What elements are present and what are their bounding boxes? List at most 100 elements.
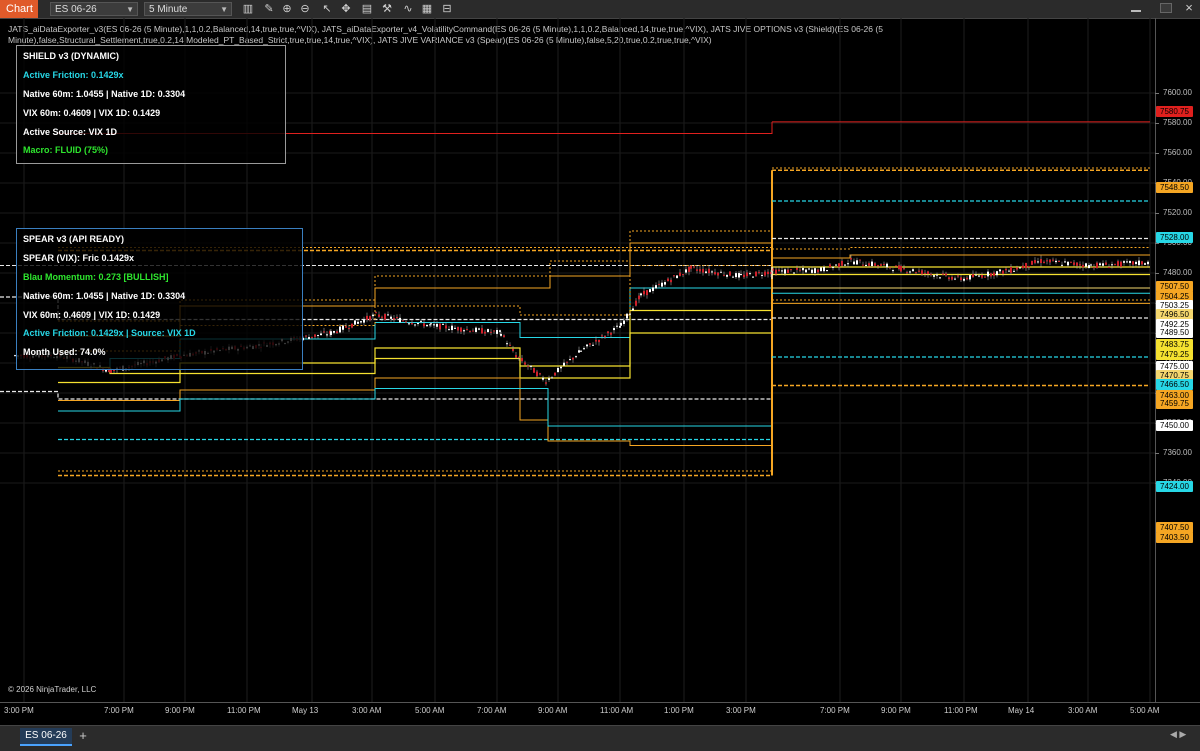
candle-body <box>1144 263 1146 265</box>
chart-window-tab[interactable]: Chart <box>0 0 38 18</box>
indicator-icon[interactable]: ∿ <box>401 2 415 16</box>
time-tick-label: 7:00 PM <box>104 706 134 715</box>
draw-pencil-icon[interactable]: ✎ <box>262 2 276 16</box>
candle-body <box>690 265 692 269</box>
candle-body <box>1070 261 1072 263</box>
candle-body <box>530 365 532 367</box>
time-tick-label: May 13 <box>292 706 319 715</box>
candle-body <box>714 272 716 275</box>
candle-body <box>354 320 356 325</box>
candle-body <box>862 264 864 266</box>
candle-body <box>484 331 486 334</box>
candle-body <box>883 263 885 265</box>
instrument-selector[interactable]: ES 06-26 ▼ <box>50 2 138 16</box>
properties-icon[interactable]: ▦ <box>420 2 434 16</box>
candle-body <box>110 369 112 373</box>
candle-body <box>339 326 341 333</box>
candle-body <box>518 356 520 358</box>
candle-body <box>924 273 926 275</box>
price-level-label: 7548.50 <box>1156 182 1193 193</box>
candle-body <box>521 358 523 362</box>
chart-trader-icon[interactable]: ⊟ <box>440 2 454 16</box>
candle-body <box>578 350 580 353</box>
candle-body <box>557 367 559 373</box>
candle-body <box>607 331 609 334</box>
candle-body <box>871 261 873 267</box>
candle-body <box>478 328 480 330</box>
candle-body <box>509 344 511 346</box>
candle-body <box>993 272 995 276</box>
price-level-label: 7424.00 <box>1156 481 1193 492</box>
candle-body <box>969 275 971 280</box>
close-icon[interactable]: × <box>1182 1 1196 15</box>
candle-body <box>658 283 660 285</box>
price-tick-mark <box>1155 213 1159 214</box>
candle-body <box>323 331 325 333</box>
candle-body <box>649 289 651 293</box>
zoom-in-icon[interactable]: ⊕ <box>280 2 294 16</box>
interval-selector[interactable]: 5 Minute ▼ <box>144 2 232 16</box>
candle-body <box>1046 260 1048 262</box>
candle-body <box>433 324 435 326</box>
data-box-icon[interactable]: ▤ <box>360 2 374 16</box>
candle-body <box>652 287 654 291</box>
zoom-out-icon[interactable]: ⊖ <box>298 2 312 16</box>
candle-body <box>865 264 867 267</box>
candle-body <box>981 274 983 278</box>
candle-body <box>726 274 728 277</box>
level-line <box>58 388 772 427</box>
candle-body <box>542 377 544 380</box>
candle-body <box>915 272 917 274</box>
price-tick-label: 7560.00 <box>1163 148 1192 157</box>
candle-body <box>436 323 438 327</box>
price-tick-label: 7600.00 <box>1163 88 1192 97</box>
candle-body <box>536 371 538 377</box>
candle-body <box>679 272 681 276</box>
candle-body <box>369 316 371 321</box>
candle-body <box>448 329 450 331</box>
price-level-label: 7403.50 <box>1156 532 1193 543</box>
candle-body <box>702 268 704 273</box>
candle-body <box>469 330 471 332</box>
candle-body <box>430 323 432 325</box>
candle-body <box>921 270 923 275</box>
candle-body <box>758 271 760 273</box>
candle-body <box>314 334 316 337</box>
shield-vix: VIX 60m: 0.4609 | VIX 1D: 0.1429 <box>23 108 161 118</box>
candle-body <box>951 276 953 280</box>
candle-body <box>948 277 950 280</box>
maximize-button[interactable] <box>1160 3 1172 13</box>
instrument-tab[interactable]: ES 06-26 <box>20 728 72 746</box>
candle-body <box>903 268 905 270</box>
candle-body <box>445 325 447 329</box>
candle-body <box>823 266 825 272</box>
candle-body <box>372 314 374 317</box>
candle-body <box>1067 261 1069 266</box>
candle-body <box>755 271 757 277</box>
price-tick-mark <box>1155 453 1159 454</box>
shield-native: Native 60m: 1.0455 | Native 1D: 0.3304 <box>23 89 186 99</box>
candle-body <box>326 334 328 336</box>
candle-body <box>487 329 489 333</box>
candle-body <box>752 276 754 278</box>
price-level-label: 7489.50 <box>1156 327 1193 338</box>
candle-body <box>764 271 766 276</box>
candle-body <box>405 321 407 323</box>
crosshair-icon[interactable]: ✥ <box>339 2 353 16</box>
candle-body <box>853 261 855 265</box>
candle-body <box>411 322 413 325</box>
candle-body <box>592 344 594 346</box>
strategy-icon[interactable]: ⚒ <box>380 2 394 16</box>
candle-body <box>1022 265 1024 269</box>
candle-body <box>499 330 501 332</box>
candle-body <box>790 269 792 271</box>
bars-icon[interactable]: ▥ <box>241 2 255 16</box>
candle-body <box>589 343 591 345</box>
candle-body <box>673 275 675 277</box>
cursor-icon[interactable]: ↖ <box>320 2 334 16</box>
candle-body <box>638 295 640 300</box>
scroll-arrows[interactable]: ◀ ▶ <box>1170 729 1196 743</box>
minimize-button[interactable] <box>1130 3 1142 13</box>
candle-body <box>738 273 740 278</box>
add-tab-button[interactable]: + <box>76 728 90 744</box>
